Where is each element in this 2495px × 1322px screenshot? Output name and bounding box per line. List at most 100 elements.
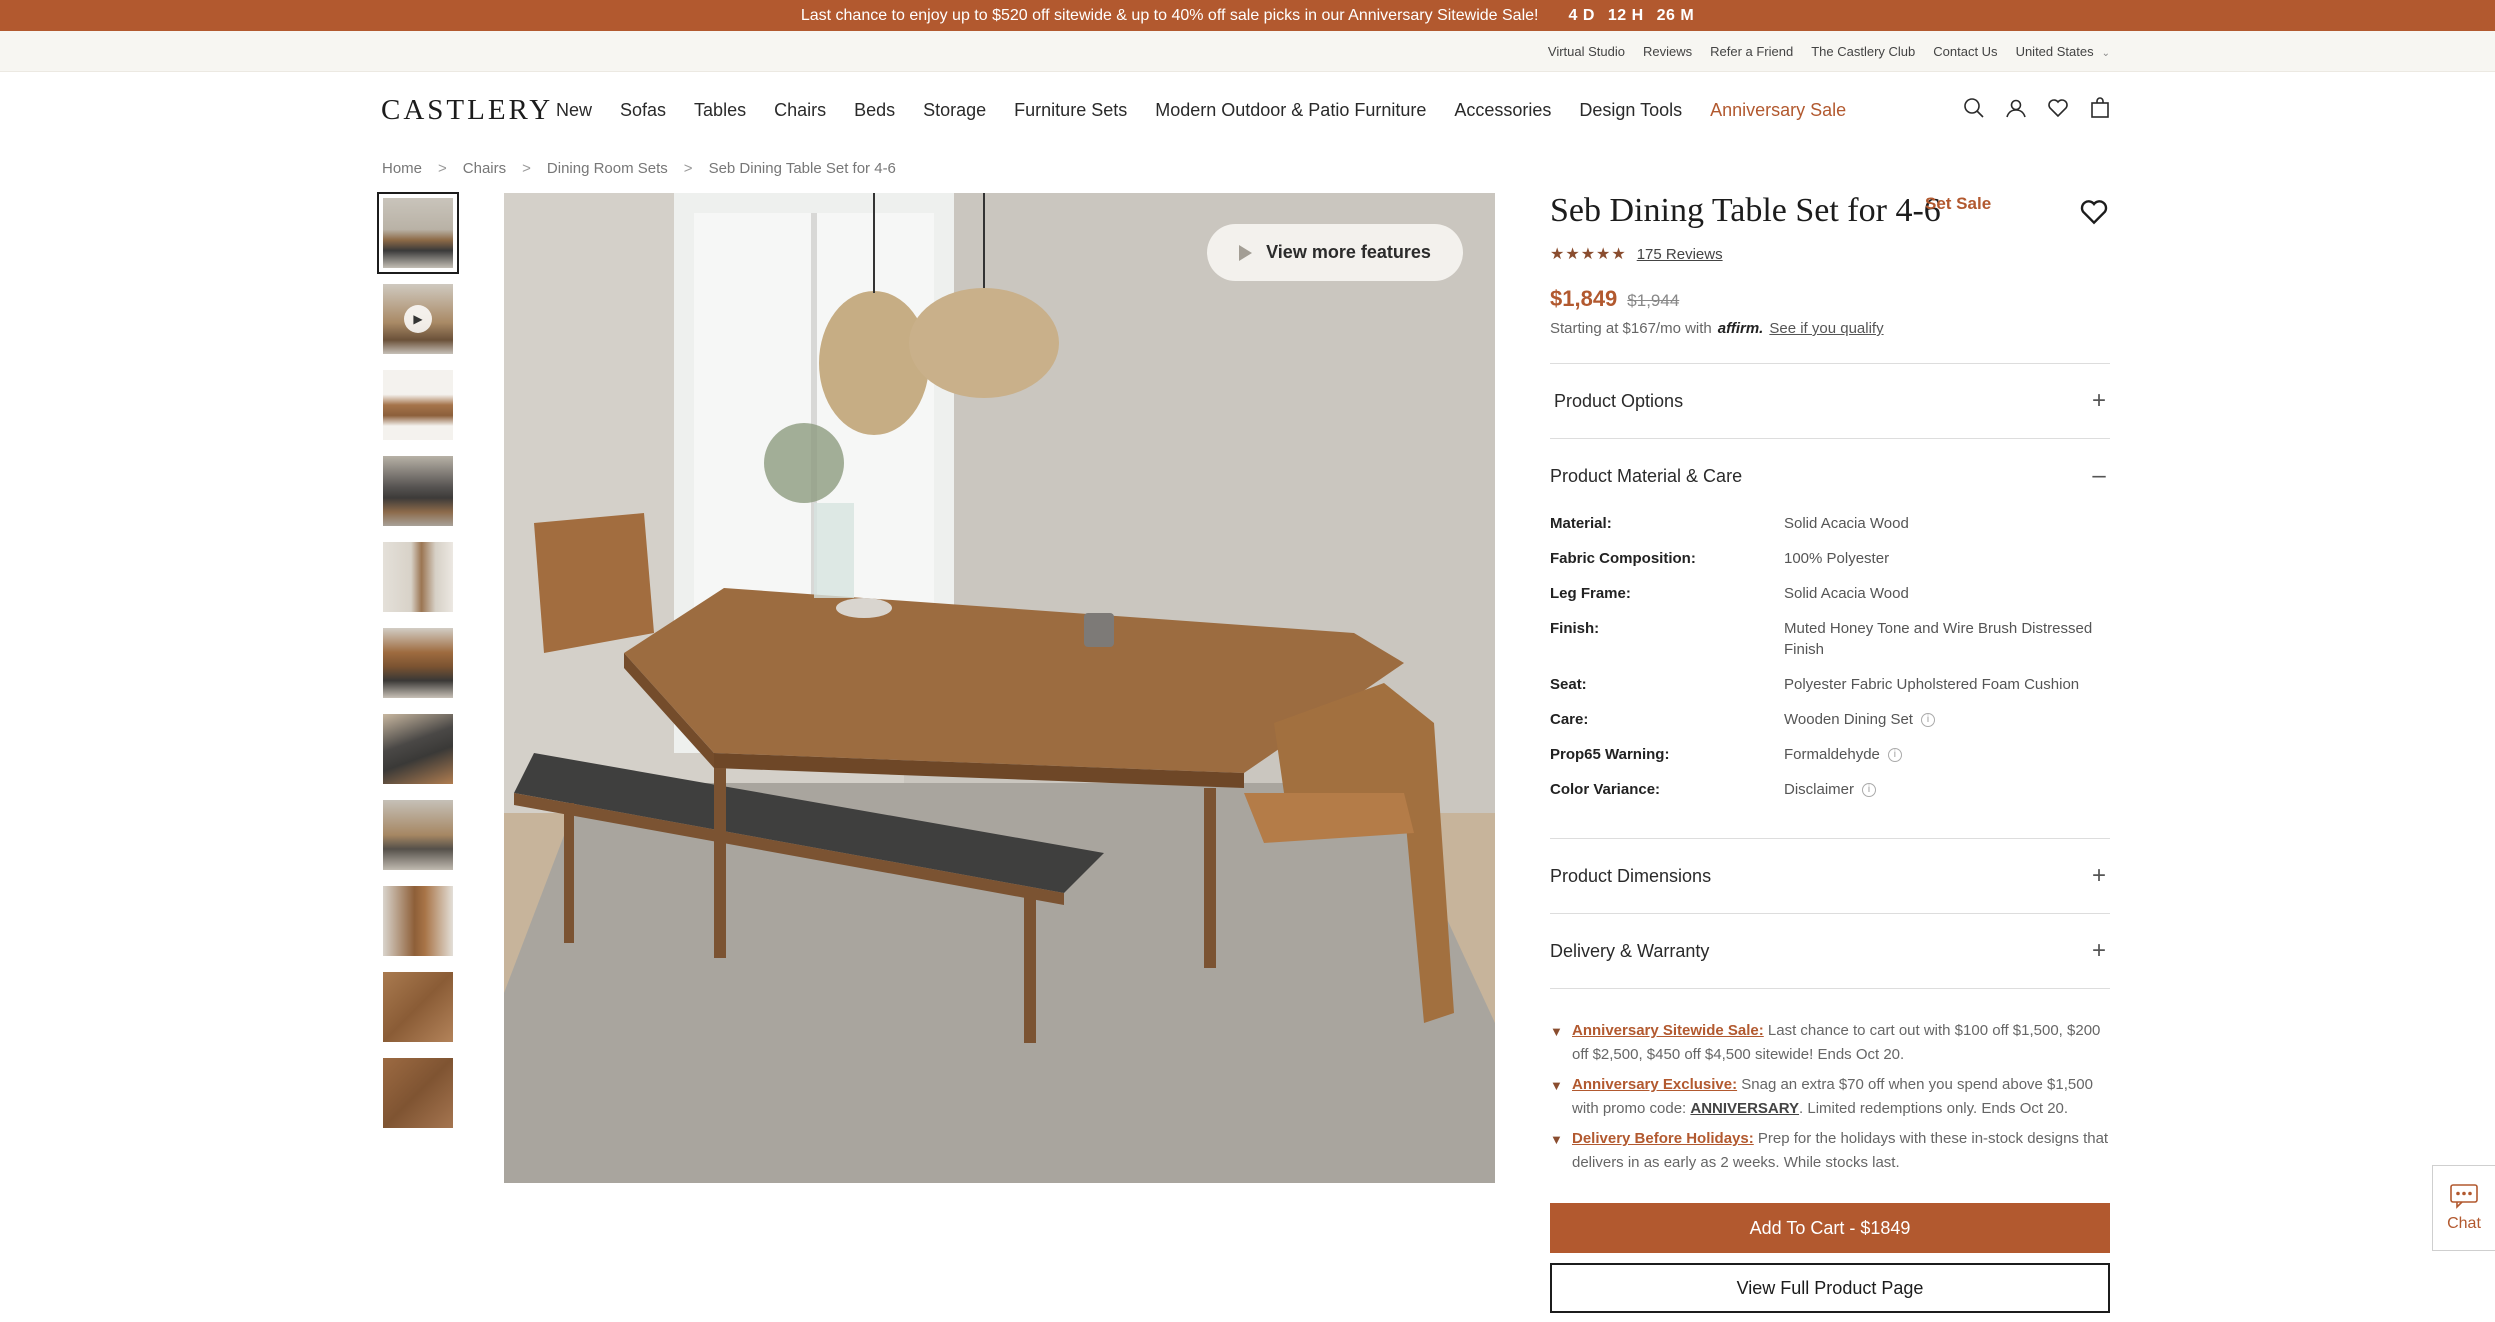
info-icon[interactable]: i [1887, 748, 1902, 763]
view-more-features-label: View more features [1266, 242, 1431, 262]
thumbnail[interactable] [383, 456, 453, 526]
account-icon[interactable] [2004, 96, 2028, 120]
promo-label-link[interactable]: Anniversary Sitewide Sale: [1572, 1022, 1764, 1039]
thumbnail[interactable] [377, 192, 459, 274]
thumbnail[interactable] [383, 972, 453, 1042]
nav-new[interactable]: New [556, 100, 592, 121]
header-actions [1962, 96, 2112, 120]
accordion-title: Product Material & Care [1550, 465, 1743, 486]
chat-icon [2450, 1184, 2478, 1209]
accordion-product-options[interactable]: Product Options + [1550, 363, 2110, 438]
thumbnail[interactable] [383, 1058, 453, 1128]
see-if-you-qualify-link[interactable]: See if you qualify [1769, 320, 1883, 337]
plus-icon: + [2091, 862, 2106, 889]
info-icon[interactable]: i [1920, 713, 1935, 728]
spec-value: 100% Polyester [1784, 550, 1890, 567]
star-rating: ★★★★★ [1550, 246, 1627, 263]
promo-label-link[interactable]: Delivery Before Holidays: [1572, 1130, 1754, 1147]
chevron-down-icon: ⌄ [2101, 48, 2110, 59]
info-icon[interactable]: i [1862, 783, 1877, 798]
promo-code: ANNIVERSARY [1690, 1100, 1800, 1117]
logo[interactable]: CASTLERY [381, 94, 553, 127]
accordion-product-dimensions[interactable]: Product Dimensions + [1550, 838, 2110, 913]
spec-value: Muted Honey Tone and Wire Brush Distress… [1784, 620, 2093, 658]
tag-icon: ▼ [1550, 1024, 1563, 1039]
site-header: CASTLERY New Sofas Tables Chairs Beds St… [0, 72, 2495, 148]
utility-link-reviews[interactable]: Reviews [1643, 44, 1692, 59]
breadcrumb-separator: > [522, 160, 531, 177]
utility-link-refer[interactable]: Refer a Friend [1710, 44, 1793, 59]
rating-row: ★★★★★ 175 Reviews [1550, 244, 2110, 264]
promo-item: ▼ Anniversary Sitewide Sale: Last chance… [1550, 1019, 2110, 1067]
nav-chairs[interactable]: Chairs [774, 100, 826, 121]
product-photo [504, 193, 1495, 1183]
spec-value: Solid Acacia Wood [1784, 515, 1909, 532]
thumbnail[interactable] [383, 886, 453, 956]
utility-link-virtual-studio[interactable]: Virtual Studio [1548, 44, 1625, 59]
tag-icon: ▼ [1550, 1078, 1563, 1093]
thumbnail[interactable] [383, 800, 453, 870]
view-more-features-button[interactable]: View more features [1207, 224, 1463, 281]
nav-furniture-sets[interactable]: Furniture Sets [1014, 100, 1127, 121]
main-product-image[interactable]: View more features [504, 193, 1495, 1183]
nav-anniversary-sale[interactable]: Anniversary Sale [1710, 100, 1846, 121]
region-selector[interactable]: United States ⌄ [2016, 44, 2110, 59]
accordion-material-care[interactable]: Product Material & Care – Material: Solid… [1550, 438, 2110, 838]
thumbnail[interactable] [383, 714, 453, 784]
search-icon[interactable] [1962, 96, 1986, 120]
wishlist-icon[interactable] [2046, 96, 2070, 120]
nav-design-tools[interactable]: Design Tools [1579, 100, 1682, 121]
spec-key: Leg Frame: [1550, 585, 1631, 602]
nav-beds[interactable]: Beds [854, 100, 895, 121]
thumbnail[interactable] [383, 542, 453, 612]
breadcrumb: Home > Chairs > Dining Room Sets > Seb D… [382, 160, 896, 177]
utility-bar: Virtual Studio Reviews Refer a Friend Th… [0, 31, 2495, 72]
announcement-text: Last chance to enjoy up to $520 off site… [800, 6, 1539, 24]
promo-label-link[interactable]: Anniversary Exclusive: [1572, 1076, 1737, 1093]
promo-text: . Limited redemptions only. Ends Oct 20. [1799, 1100, 2069, 1117]
spec-value: Disclaimer [1784, 781, 1855, 798]
sale-tag: Set Sale [1925, 194, 1992, 213]
spec-row: Care: Wooden Dining Set i [1550, 709, 2110, 730]
spec-value: Wooden Dining Set [1784, 711, 1913, 728]
breadcrumb-home[interactable]: Home [382, 160, 422, 177]
spec-value: Polyester Fabric Upholstered Foam Cushio… [1784, 676, 2080, 693]
add-to-cart-button[interactable]: Add To Cart - $1849 [1550, 1203, 2110, 1253]
sale-price: $1,849 [1550, 286, 1618, 311]
utility-link-contact[interactable]: Contact Us [1933, 44, 1997, 59]
promo-item: ▼ Delivery Before Holidays: Prep for the… [1550, 1127, 2110, 1175]
thumbnail[interactable] [383, 628, 453, 698]
thumbnail[interactable] [383, 370, 453, 440]
wishlist-button[interactable] [2078, 196, 2110, 233]
spec-value: Formaldehyde [1784, 746, 1880, 763]
spec-row: Seat: Polyester Fabric Upholstered Foam C… [1550, 674, 2110, 695]
spec-key: Prop65 Warning: [1550, 746, 1670, 763]
nav-outdoor[interactable]: Modern Outdoor & Patio Furniture [1155, 100, 1426, 121]
countdown-hours: 12 H [1607, 6, 1644, 24]
thumbnail-strip: ▶ [377, 192, 459, 1144]
spec-row: Color Variance: Disclaimer i [1550, 779, 2110, 800]
heart-icon [2080, 200, 2108, 225]
nav-sofas[interactable]: Sofas [620, 100, 666, 121]
countdown-minutes: 26 M [1656, 6, 1695, 24]
cart-icon[interactable] [2088, 96, 2112, 120]
thumbnail-video[interactable]: ▶ [383, 284, 453, 354]
nav-tables[interactable]: Tables [694, 100, 746, 121]
breadcrumb-dining-room-sets[interactable]: Dining Room Sets [547, 160, 668, 177]
promo-item: ▼ Anniversary Exclusive: Snag an extra $… [1550, 1073, 2110, 1121]
original-price: $1,944 [1627, 291, 1680, 310]
product-panel: Seb Dining Table Set for 4-6 Set Sale ★★… [1550, 192, 2110, 1313]
breadcrumb-chairs[interactable]: Chairs [463, 160, 506, 177]
nav-accessories[interactable]: Accessories [1454, 100, 1551, 121]
countdown-days: 4 D [1568, 6, 1595, 24]
accordion-delivery-warranty[interactable]: Delivery & Warranty + [1550, 913, 2110, 988]
view-full-product-page-button[interactable]: View Full Product Page [1550, 1263, 2110, 1313]
nav-storage[interactable]: Storage [923, 100, 986, 121]
spec-key: Seat: [1550, 676, 1587, 693]
reviews-link[interactable]: 175 Reviews [1637, 246, 1723, 263]
chat-widget[interactable]: Chat [2432, 1165, 2495, 1251]
accordion-title: Delivery & Warranty [1550, 940, 1710, 961]
spec-row: Material: Solid Acacia Wood [1550, 513, 2110, 534]
spec-value: Solid Acacia Wood [1784, 585, 1909, 602]
utility-link-club[interactable]: The Castlery Club [1811, 44, 1915, 59]
